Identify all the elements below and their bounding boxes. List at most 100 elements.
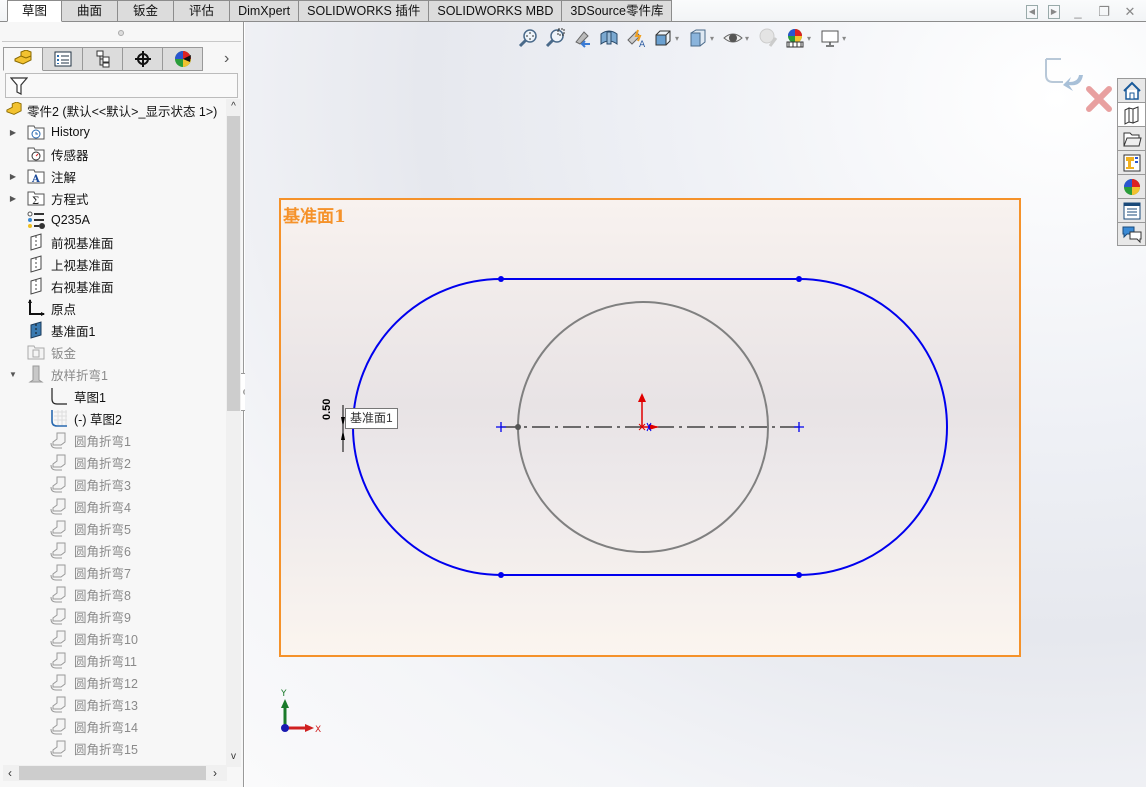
- bend-icon: [50, 453, 68, 471]
- bend-icon: [50, 739, 68, 757]
- configurationmanager-icon: [96, 50, 109, 68]
- tree-item-label: 上视基准面: [51, 258, 114, 273]
- circle-quadrant-point[interactable]: [515, 424, 521, 430]
- tab-3[interactable]: 评估: [174, 0, 231, 22]
- scroll-down-icon[interactable]: v: [226, 751, 241, 765]
- tree-item-label: 圆角折弯13: [74, 698, 138, 713]
- tree-item-label: 圆角折弯4: [74, 500, 131, 515]
- featuremanager-icon: [14, 50, 32, 65]
- tree-item-label: 圆角折弯5: [74, 522, 131, 537]
- divider: [2, 41, 241, 42]
- command-manager: 草图 曲面 钣金 评估 DimXpert SOLIDWORKS 插件 SOLIDWORKS …: [0, 0, 1146, 22]
- bend-icon: [50, 541, 68, 559]
- slot-endpoint[interactable]: [796, 276, 802, 282]
- command-manager-tabs: 草图 曲面 钣金 评估 DimXpert SOLIDWORKS 插件 SOLIDWORKS …: [7, 0, 673, 22]
- bend-icon: [50, 717, 68, 735]
- manager-tabs: [3, 47, 203, 71]
- bend-icon: [50, 651, 68, 669]
- tree-item-label: 草图1: [74, 390, 106, 405]
- feature-manager-panel: › 零件2 (默认<<默认>_显示状态 1>) ▶ History 传感器 ▶ A 注解 ▶…: [0, 22, 244, 787]
- expand-arrow-icon[interactable]: ▶: [8, 172, 18, 181]
- display-manager-icon: [174, 51, 191, 67]
- slot-endpoint[interactable]: [498, 276, 504, 282]
- tab-1[interactable]: 曲面: [62, 0, 119, 22]
- bend-icon: [50, 519, 68, 537]
- tree-horizontal-scrollbar[interactable]: ‹ ›: [3, 765, 227, 781]
- tab-0[interactable]: 草图: [7, 0, 63, 22]
- tree-item-label: 圆角折弯2: [74, 456, 131, 471]
- vertical-scroll-thumb[interactable]: [227, 116, 240, 411]
- plane-icon: [27, 277, 45, 295]
- coordinate-triad: Y X: [280, 689, 321, 735]
- tree-item-label: 圆角折弯9: [74, 610, 131, 625]
- bend-icon: [50, 585, 68, 603]
- tree-item-label: 圆角折弯14: [74, 720, 138, 735]
- tab-2[interactable]: 钣金: [118, 0, 175, 22]
- minimize-icon[interactable]: _: [1070, 4, 1086, 20]
- triad-y-label: Y: [280, 689, 287, 699]
- tree-item-label: 放样折弯1: [51, 368, 108, 383]
- dimxpert-tab[interactable]: [123, 47, 163, 71]
- origin-icon: [27, 299, 45, 317]
- collapse-arrow-icon[interactable]: ▼: [8, 370, 18, 379]
- tree-item-label: 圆角折弯10: [74, 632, 138, 647]
- tree-item-label: 圆角折弯11: [74, 654, 137, 669]
- triad-x-label: X: [315, 725, 321, 735]
- bend-icon: [50, 497, 68, 515]
- panel-left-icon[interactable]: ◀: [1026, 5, 1038, 19]
- slot-endpoint[interactable]: [498, 572, 504, 578]
- tree-item-label: 圆角折弯3: [74, 478, 131, 493]
- tree-item-label: (-) 草图2: [74, 412, 122, 427]
- propertymanager-tab[interactable]: [43, 47, 83, 71]
- feature-tree: 零件2 (默认<<默认>_显示状态 1>) ▶ History 传感器 ▶ A 注解 ▶ Σ 方…: [0, 99, 226, 767]
- tab-7[interactable]: 3DSource零件库: [562, 0, 673, 22]
- plane-tooltip: 基准面1: [345, 408, 398, 429]
- sketch-geometry: Y X: [280, 276, 948, 735]
- material-icon: [27, 211, 45, 229]
- tree-item-label: 传感器: [51, 148, 89, 163]
- slot-endpoint[interactable]: [796, 572, 802, 578]
- tab-4[interactable]: DimXpert: [230, 0, 300, 22]
- dimxpert-icon: [134, 51, 151, 67]
- more-tabs-chevron-icon[interactable]: ›: [224, 50, 229, 68]
- sheetmetal-icon: [27, 343, 45, 361]
- centerline-endpoint[interactable]: [496, 422, 506, 432]
- scroll-left-icon[interactable]: ‹: [3, 765, 17, 781]
- centerline-endpoint[interactable]: [794, 422, 804, 432]
- tree-item-label: Q235A: [51, 213, 90, 227]
- close-icon[interactable]: ✕: [1122, 4, 1138, 20]
- horizontal-scroll-thumb[interactable]: [19, 766, 206, 780]
- configurationmanager-tab[interactable]: [83, 47, 123, 71]
- panel-grip[interactable]: [118, 30, 124, 36]
- tree-vertical-scrollbar[interactable]: ^ v: [226, 99, 241, 767]
- panel-right-icon[interactable]: ▶: [1048, 5, 1060, 19]
- expand-arrow-icon[interactable]: ▶: [8, 128, 18, 137]
- scroll-up-icon[interactable]: ^: [226, 101, 241, 115]
- bend-icon: [50, 629, 68, 647]
- tree-root-label: 零件2 (默认<<默认>_显示状态 1>): [27, 104, 218, 119]
- featuremanager-tab[interactable]: [3, 47, 43, 71]
- bend-icon: [50, 475, 68, 493]
- dimension-value[interactable]: 0.50: [321, 399, 333, 420]
- graphics-area[interactable]: A ▾ ▾ ▾ ▾ ▾ 基准面1 Y X 0.50 基准面1: [245, 22, 1146, 787]
- bend-icon: [50, 673, 68, 691]
- svg-text:Σ: Σ: [32, 196, 39, 206]
- plane-icon: [27, 255, 45, 273]
- plane-icon: [27, 233, 45, 251]
- bend-icon: [50, 563, 68, 581]
- tree-item-label: 圆角折弯15: [74, 742, 138, 757]
- tab-6[interactable]: SOLIDWORKS MBD: [429, 0, 563, 22]
- bend-icon: [50, 695, 68, 713]
- tab-5[interactable]: SOLIDWORKS 插件: [299, 0, 430, 22]
- tree-item-label: 基准面1: [51, 324, 96, 339]
- sketch-origin-icon[interactable]: [638, 393, 659, 432]
- scroll-right-icon[interactable]: ›: [208, 765, 222, 781]
- tree-item-label: 圆角折弯8: [74, 588, 131, 603]
- bend-icon: [50, 607, 68, 625]
- expand-arrow-icon[interactable]: ▶: [8, 194, 18, 203]
- tree-filter-input[interactable]: [5, 73, 238, 98]
- display-manager-tab[interactable]: [163, 47, 203, 71]
- tree-item-label: 原点: [51, 302, 77, 317]
- restore-icon[interactable]: ❐: [1096, 4, 1112, 20]
- tree-item-label: 方程式: [51, 192, 89, 207]
